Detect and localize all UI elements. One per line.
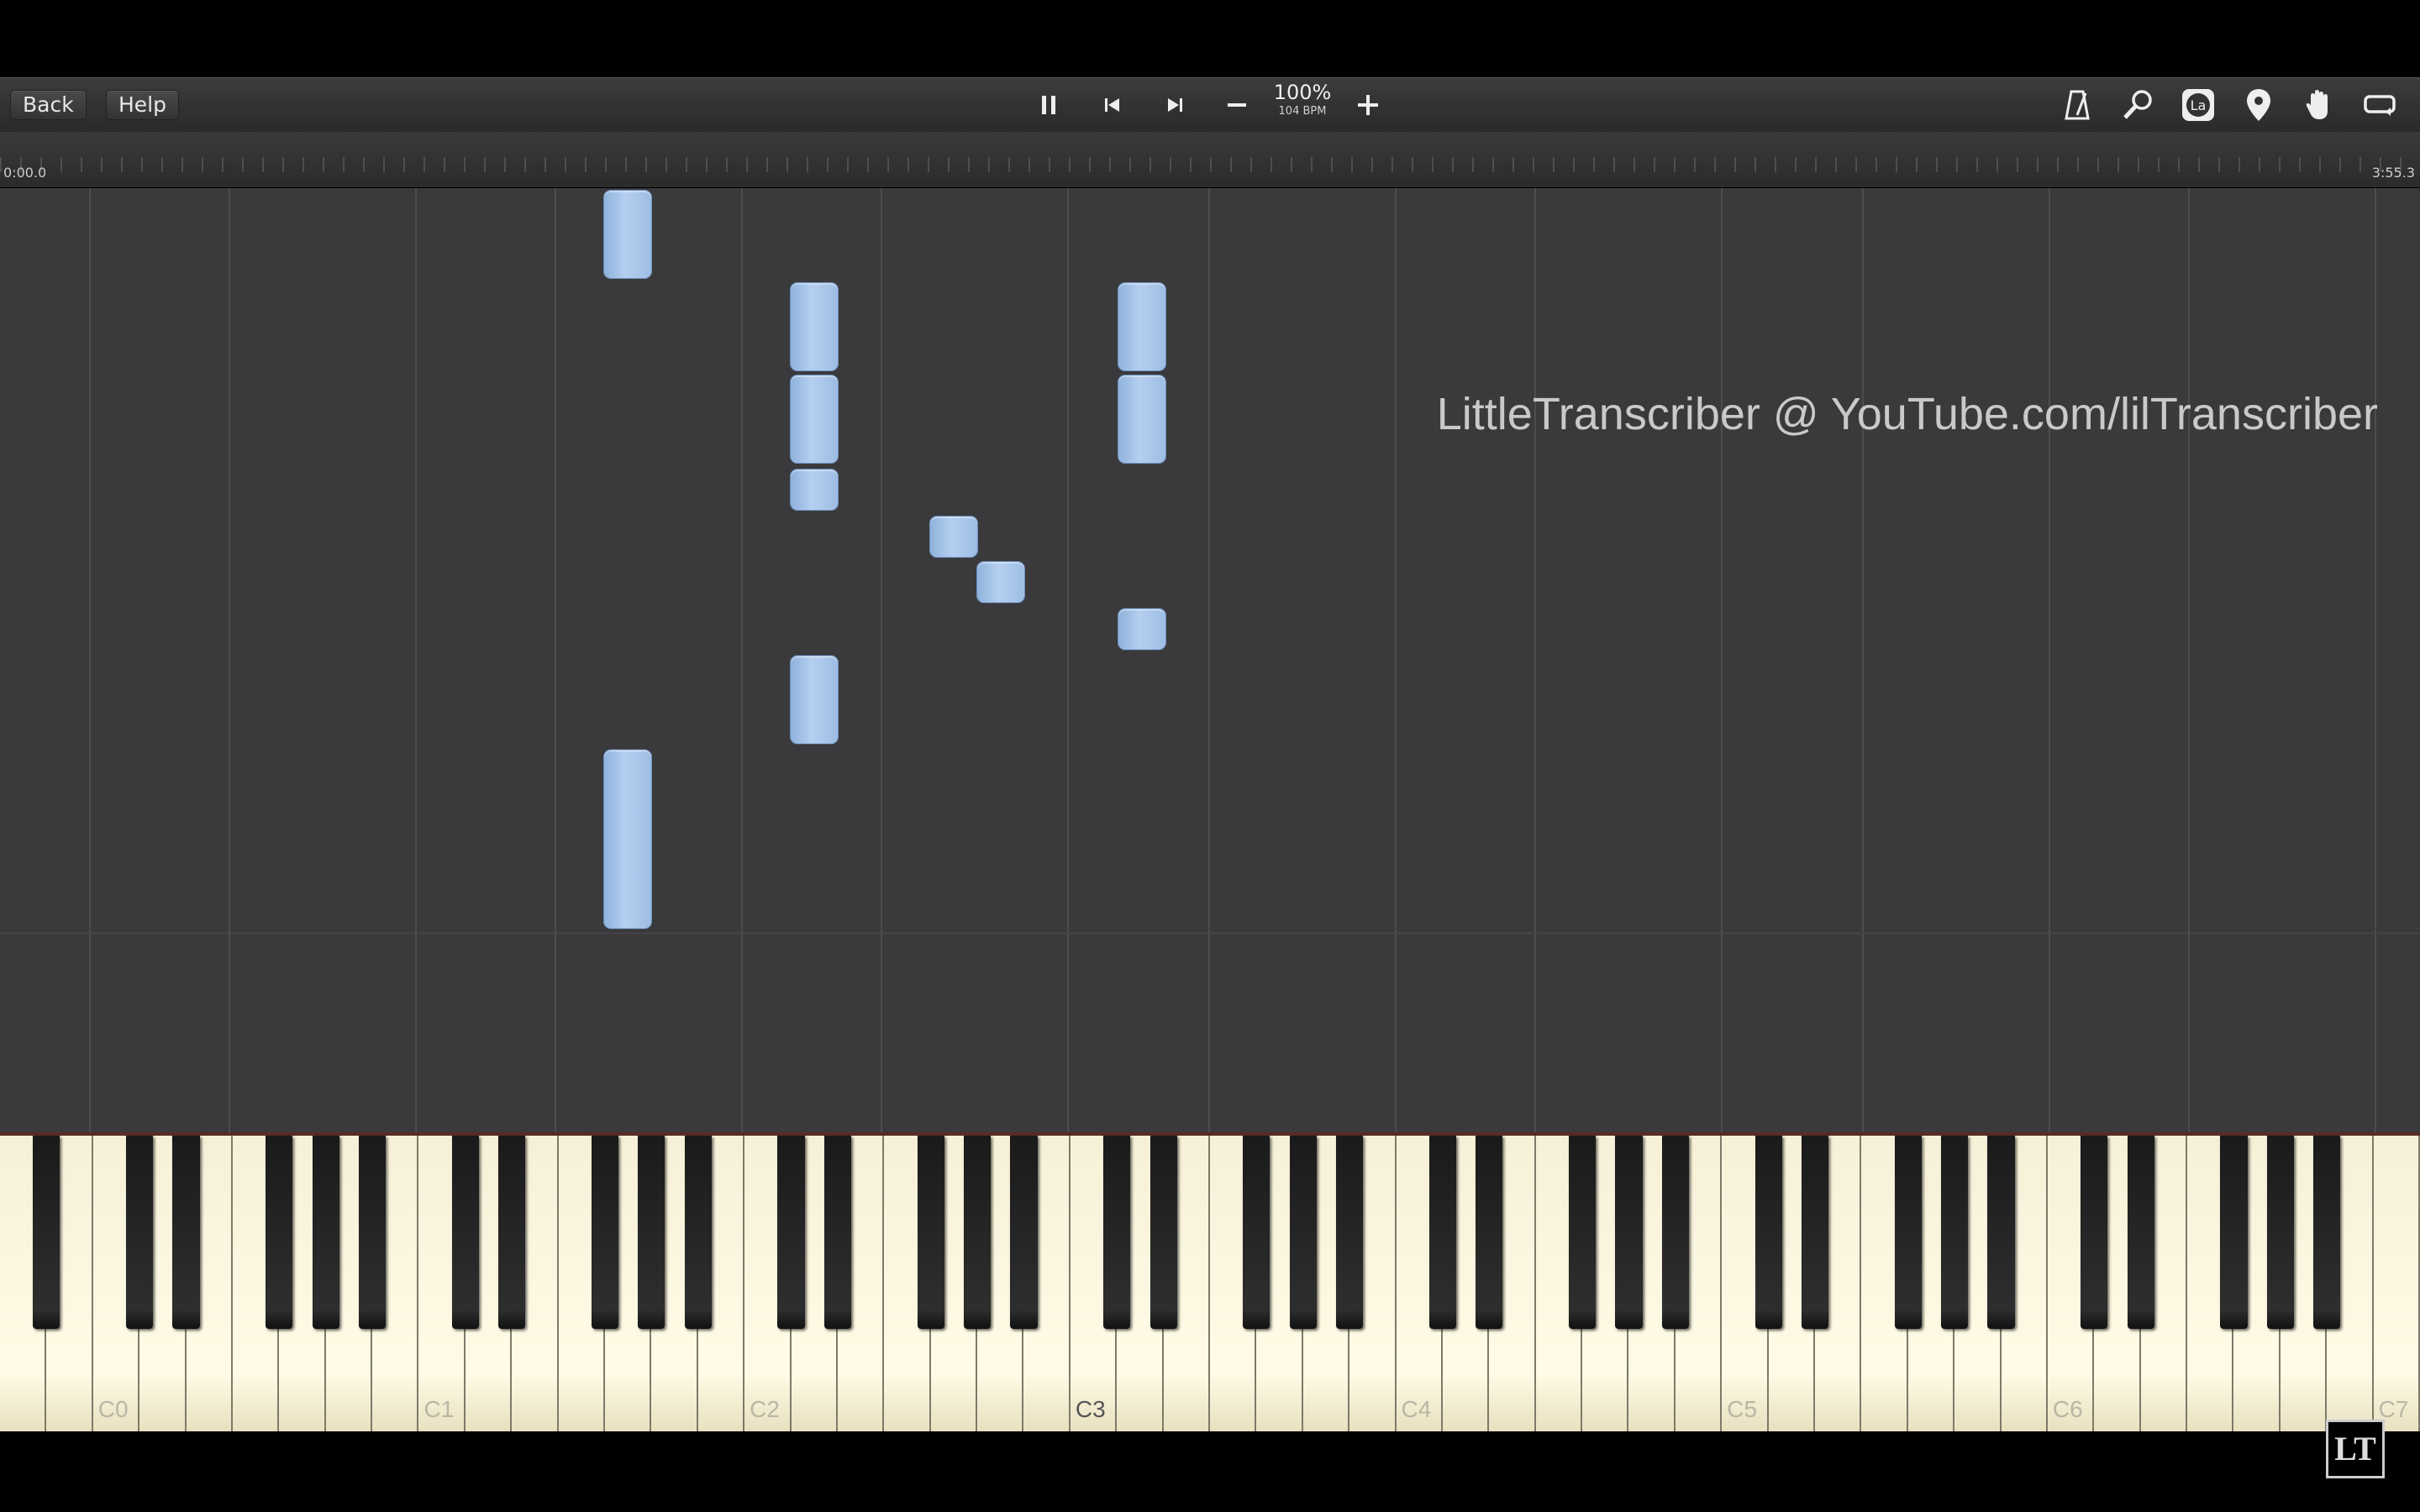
toolbar: Back Help La xyxy=(0,77,2420,133)
minus-icon[interactable] xyxy=(1217,87,1257,123)
corner-logo: LT xyxy=(2326,1420,2385,1478)
black-key[interactable] xyxy=(1010,1136,1038,1329)
black-key[interactable] xyxy=(823,1136,851,1329)
black-key[interactable] xyxy=(1615,1136,1643,1329)
black-key[interactable] xyxy=(1801,1136,1829,1329)
falling-note xyxy=(790,282,839,371)
octave-gridline xyxy=(555,188,556,1132)
speed-bpm: 104 BPM xyxy=(1278,105,1327,118)
black-key[interactable] xyxy=(1661,1136,1689,1329)
plus-icon[interactable] xyxy=(1348,87,1388,123)
octave-label: C6 xyxy=(2052,1396,2083,1422)
falling-note xyxy=(603,190,652,279)
black-key[interactable] xyxy=(451,1136,479,1329)
black-key[interactable] xyxy=(2266,1136,2294,1329)
octave-gridline xyxy=(415,188,417,1132)
octave-gridline xyxy=(229,188,230,1132)
black-key[interactable] xyxy=(359,1136,387,1329)
black-key[interactable] xyxy=(312,1136,339,1329)
location-pin-icon[interactable] xyxy=(2238,87,2279,123)
piano-keyboard[interactable]: C0 C1 C2 C3 C4 C5 C6 C7 xyxy=(0,1136,2420,1433)
black-key[interactable] xyxy=(2220,1136,2248,1329)
octave-gridline xyxy=(1208,188,1210,1132)
falling-note xyxy=(1118,608,1166,650)
piano-roll: LittleTranscriber @ YouTube.com/lilTrans… xyxy=(0,188,2420,1132)
black-key[interactable] xyxy=(917,1136,944,1329)
black-key[interactable] xyxy=(1243,1136,1270,1329)
loop-icon[interactable] xyxy=(2360,87,2400,123)
time-start: 0:00.0 xyxy=(3,165,47,181)
black-key[interactable] xyxy=(1941,1136,1969,1329)
timeline-ticks xyxy=(0,157,2420,172)
octave-gridline xyxy=(1067,188,1069,1132)
black-key[interactable] xyxy=(1987,1136,2015,1329)
pause-icon[interactable] xyxy=(1028,87,1069,123)
measure-line xyxy=(0,932,2420,934)
octave-label: C2 xyxy=(750,1396,780,1422)
falling-note xyxy=(603,749,652,929)
black-key[interactable] xyxy=(1476,1136,1503,1329)
octave-gridline xyxy=(1534,188,1536,1132)
help-button[interactable]: Help xyxy=(106,90,179,120)
black-key[interactable] xyxy=(1103,1136,1131,1329)
black-key[interactable] xyxy=(2081,1136,2108,1329)
black-key[interactable] xyxy=(172,1136,200,1329)
black-key[interactable] xyxy=(1336,1136,1364,1329)
octave-label: C3 xyxy=(1075,1396,1106,1422)
black-key[interactable] xyxy=(1428,1136,1456,1329)
black-key[interactable] xyxy=(684,1136,712,1329)
watermark-text: LittleTranscriber @ YouTube.com/lilTrans… xyxy=(1436,389,2378,439)
la-circle-icon[interactable]: La xyxy=(2178,87,2218,123)
falling-note xyxy=(1118,282,1166,371)
black-key[interactable] xyxy=(1150,1136,1177,1329)
black-key[interactable] xyxy=(638,1136,666,1329)
octave-gridline xyxy=(2049,188,2050,1132)
octave-label: C1 xyxy=(424,1396,455,1422)
svg-text:La: La xyxy=(2191,97,2207,113)
black-key[interactable] xyxy=(2313,1136,2341,1329)
black-key[interactable] xyxy=(777,1136,805,1329)
octave-label: C5 xyxy=(1727,1396,1758,1422)
black-key[interactable] xyxy=(1754,1136,1782,1329)
search-icon[interactable] xyxy=(2118,87,2158,123)
metronome-icon[interactable] xyxy=(2057,87,2097,123)
black-key[interactable] xyxy=(33,1136,60,1329)
previous-icon[interactable] xyxy=(1092,87,1133,123)
octave-gridline xyxy=(1395,188,1397,1132)
letterbox-top xyxy=(0,0,2420,77)
time-end: 3:55.3 xyxy=(2371,165,2415,181)
black-key[interactable] xyxy=(1569,1136,1597,1329)
falling-note xyxy=(790,375,839,464)
falling-note xyxy=(790,469,839,511)
black-key[interactable] xyxy=(126,1136,154,1329)
hand-icon[interactable] xyxy=(2299,87,2339,123)
falling-note xyxy=(1118,375,1166,464)
octave-gridline xyxy=(2188,188,2190,1132)
octave-gridline xyxy=(1862,188,1864,1132)
black-key[interactable] xyxy=(266,1136,293,1329)
octave-gridline xyxy=(89,188,91,1132)
falling-note xyxy=(929,516,978,558)
black-key[interactable] xyxy=(2127,1136,2154,1329)
speed-percent: 100% xyxy=(1273,81,1332,104)
back-button[interactable]: Back xyxy=(10,90,87,120)
octave-gridline xyxy=(881,188,882,1132)
black-key[interactable] xyxy=(964,1136,992,1329)
black-key[interactable] xyxy=(1289,1136,1317,1329)
octave-gridline xyxy=(1721,188,1723,1132)
falling-note xyxy=(790,655,839,744)
black-key[interactable] xyxy=(498,1136,526,1329)
octave-gridline xyxy=(741,188,743,1132)
octave-gridline xyxy=(2375,188,2376,1132)
next-icon[interactable] xyxy=(1155,87,1195,123)
falling-note xyxy=(976,561,1025,603)
black-key[interactable] xyxy=(1894,1136,1922,1329)
black-key[interactable] xyxy=(591,1136,619,1329)
octave-label: C4 xyxy=(1401,1396,1432,1422)
white-key[interactable] xyxy=(2373,1136,2420,1431)
timeline-scrubber[interactable] xyxy=(0,132,2420,187)
octave-label: C0 xyxy=(97,1396,129,1422)
